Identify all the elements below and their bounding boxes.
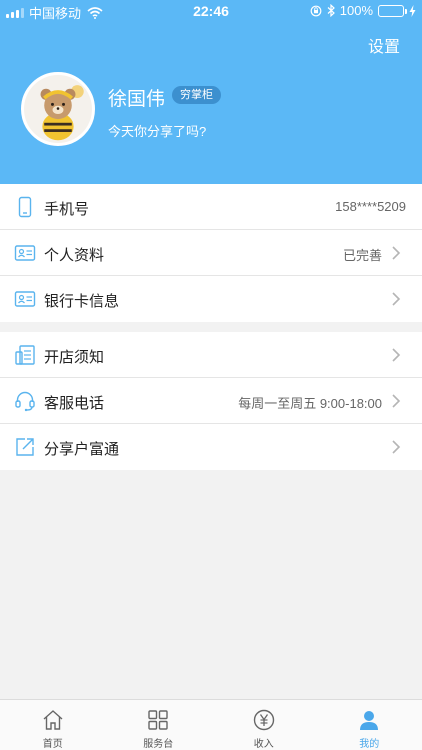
tab-home[interactable]: 首页 — [0, 700, 106, 750]
yuan-icon — [253, 709, 274, 731]
bluetooth-icon — [327, 4, 335, 17]
chevron-right-icon — [392, 394, 401, 408]
tab-income-label: 收入 — [253, 739, 274, 750]
share-row[interactable]: 分享户富通 — [0, 424, 422, 470]
customer-service-row[interactable]: 客服电话 每周一至周五 9:00-18:00 — [0, 378, 422, 424]
user-name: 徐国伟 — [108, 89, 166, 110]
tab-income[interactable]: 收入 — [211, 700, 317, 750]
grid-icon — [148, 710, 168, 730]
share-label: 分享户富通 — [44, 441, 120, 458]
user-slogan: 今天你分享了吗? — [108, 124, 207, 139]
chevron-right-icon — [392, 440, 401, 454]
battery-percent: 100% — [339, 3, 373, 18]
status-right: 100% — [310, 3, 416, 18]
tab-mine[interactable]: 我的 — [317, 700, 422, 750]
avatar[interactable] — [21, 72, 95, 146]
tab-mine-label: 我的 — [359, 739, 380, 750]
phone-value: 158****5209 — [335, 199, 406, 214]
service-hours: 每周一至周五 9:00-18:00 — [238, 396, 382, 411]
phone-row[interactable]: 手机号 158****5209 — [0, 184, 422, 230]
account-info-list: 手机号 158****5209 个人资料 已完善 银行卡信息 — [0, 184, 422, 322]
headset-icon — [15, 391, 35, 412]
phone-icon — [18, 196, 32, 218]
tab-service[interactable]: 服务台 — [106, 700, 212, 750]
store-notice-row[interactable]: 开店须知 — [0, 332, 422, 378]
profile-row[interactable]: 个人资料 已完善 — [0, 230, 422, 276]
bear-avatar-icon — [24, 75, 92, 143]
profile-header: 中国移动 22:46 100% 设置 徐国伟 穷掌柜 今天你分享了吗? — [0, 0, 422, 184]
phone-label: 手机号 — [44, 201, 90, 218]
settings-button[interactable]: 设置 — [368, 33, 400, 57]
chevron-right-icon — [392, 292, 401, 306]
bank-card-icon — [14, 291, 36, 307]
orientation-lock-icon — [310, 5, 322, 16]
user-icon — [360, 711, 379, 730]
chevron-right-icon — [392, 348, 401, 362]
home-icon — [43, 710, 63, 730]
status-bar: 中国移动 22:46 100% — [0, 0, 422, 22]
bank-card-label: 银行卡信息 — [44, 293, 120, 310]
profile-status: 已完善 — [342, 248, 382, 263]
charging-icon — [409, 4, 416, 17]
store-notice-label: 开店须知 — [44, 349, 105, 366]
notice-icon — [15, 345, 35, 365]
tab-home-label: 首页 — [42, 739, 63, 750]
chevron-right-icon — [392, 246, 401, 260]
id-card-icon — [14, 245, 36, 261]
user-level-badge: 穷掌柜 — [172, 86, 221, 104]
share-icon — [16, 438, 34, 456]
customer-service-label: 客服电话 — [44, 395, 105, 412]
tab-bar: 首页 服务台 收入 我的 — [0, 699, 422, 750]
battery-icon — [378, 4, 407, 17]
bank-card-row[interactable]: 银行卡信息 — [0, 276, 422, 322]
tab-service-label: 服务台 — [143, 739, 174, 750]
support-list: 开店须知 客服电话 每周一至周五 9:00-18:00 分享户富通 — [0, 332, 422, 470]
profile-label: 个人资料 — [44, 247, 105, 264]
